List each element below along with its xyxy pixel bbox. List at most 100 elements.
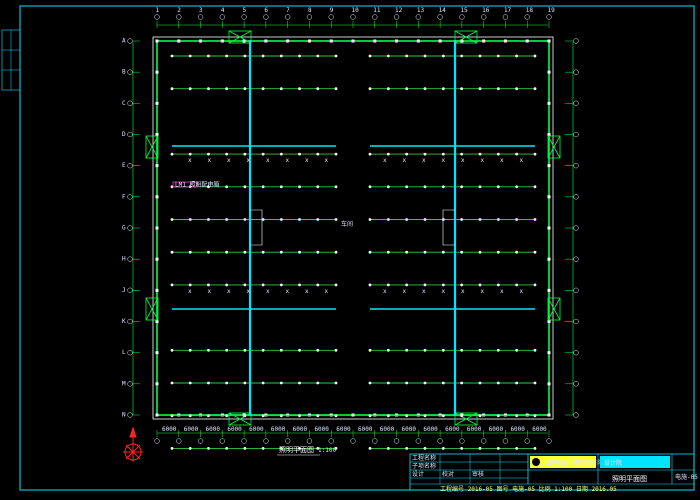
axis-number-top: 11 — [373, 7, 381, 14]
column — [373, 39, 377, 43]
light-fixture — [207, 218, 210, 221]
axis-letter-left: F — [122, 193, 126, 200]
light-fixture — [225, 54, 229, 58]
axis-letter-left: E — [122, 162, 126, 169]
light-fixture — [368, 87, 372, 91]
light-fixture — [441, 250, 445, 254]
axis-bubble-bottom — [372, 438, 378, 444]
light-fixture — [478, 381, 482, 385]
axis-bubble-right — [573, 225, 579, 231]
light-fixture — [405, 152, 409, 156]
column — [547, 70, 551, 74]
light-fixture — [515, 381, 519, 385]
light-fixture — [441, 283, 445, 287]
tb-row-2: 设计 — [412, 470, 424, 478]
axis-bubble-right — [573, 38, 579, 44]
light-fixture — [386, 348, 390, 352]
axis-bubble-bottom — [241, 438, 247, 444]
fixture-marker: x — [481, 157, 485, 164]
axis-bubble-top — [328, 14, 334, 20]
light-fixture — [405, 218, 409, 221]
light-fixture — [261, 414, 265, 418]
light-fixture — [243, 152, 247, 156]
dimension-text: 6000 — [249, 426, 264, 433]
light-fixture — [170, 283, 174, 287]
axis-number-top: 15 — [460, 7, 468, 14]
light-fixture — [478, 87, 482, 91]
light-fixture — [243, 447, 247, 450]
light-fixture — [316, 414, 320, 418]
doors — [145, 30, 561, 426]
axis-bubble-top — [437, 14, 443, 20]
axis-bubble-left — [127, 194, 133, 200]
light-fixture — [261, 185, 265, 189]
light-fixture — [188, 87, 192, 91]
north-arrow-icon — [123, 426, 143, 462]
light-fixture — [261, 54, 265, 58]
light-fixture — [243, 381, 247, 385]
light-fixture — [515, 54, 519, 58]
light-fixture — [279, 283, 283, 287]
light-fixture — [405, 250, 409, 254]
axis-letter-left: H — [122, 256, 126, 263]
light-fixture — [243, 250, 247, 254]
fixture-marker: x — [383, 157, 387, 164]
tb-row-4: 审核 — [472, 470, 484, 478]
light-fixture — [188, 447, 192, 450]
fixture-marker: x — [403, 157, 407, 164]
light-fixture — [316, 381, 320, 385]
light-fixture — [405, 381, 409, 385]
dimension-text: 6000 — [206, 426, 221, 433]
light-fixture — [423, 54, 427, 58]
light-fixture — [533, 250, 537, 254]
light-fixture — [225, 381, 229, 385]
light-fixture — [423, 218, 427, 221]
light-fixture — [386, 381, 390, 385]
drawing-title: 照明平面图 1:100 — [277, 446, 336, 456]
light-fixture — [478, 447, 482, 450]
lighting-branch-circuits — [170, 54, 537, 450]
axis-letter-left: M — [122, 380, 126, 387]
light-fixture — [368, 185, 372, 189]
light-fixture — [243, 348, 247, 352]
panel-board: LM1 照明配电箱 — [172, 181, 219, 189]
fixture-marker: x — [227, 157, 231, 164]
column — [155, 382, 159, 386]
axis-letter-left: G — [122, 225, 126, 232]
light-fixture — [515, 87, 519, 91]
dimension-text: 6000 — [467, 426, 482, 433]
axis-bubble-bottom — [393, 438, 400, 444]
dimension-text: 6000 — [271, 426, 286, 433]
axis-bubble-bottom — [437, 438, 443, 444]
column — [351, 413, 355, 417]
column — [155, 195, 159, 199]
main-feeders — [248, 40, 457, 416]
light-fixture — [243, 283, 247, 287]
axis-bubble-right — [573, 381, 579, 387]
light-fixture — [279, 250, 283, 254]
fixture-marker: x — [442, 288, 446, 295]
light-fixture — [423, 348, 427, 352]
light-fixture — [460, 381, 464, 385]
fixture-marker: x — [266, 288, 270, 295]
light-fixture — [334, 414, 338, 418]
light-fixture — [368, 283, 372, 287]
light-fixture — [441, 447, 445, 450]
light-fixture — [316, 250, 320, 254]
light-fixture — [188, 250, 192, 254]
axis-bubble-left — [127, 225, 133, 231]
dimension-text: 6000 — [358, 426, 373, 433]
binding-strip — [1, 29, 21, 91]
light-fixture — [496, 381, 500, 385]
light-fixture — [441, 152, 445, 156]
axis-bubble-bottom — [306, 438, 313, 444]
axis-bubble-left — [127, 318, 133, 325]
axis-bubble-top — [502, 14, 509, 20]
fixture-marker: x — [286, 288, 290, 295]
axis-bubble-top — [176, 14, 182, 20]
fixture-marker: x — [247, 157, 251, 164]
axis-bubble-bottom — [154, 438, 160, 444]
sheet-number: 电施-05 — [675, 473, 698, 481]
column — [286, 39, 290, 43]
column — [155, 288, 159, 292]
